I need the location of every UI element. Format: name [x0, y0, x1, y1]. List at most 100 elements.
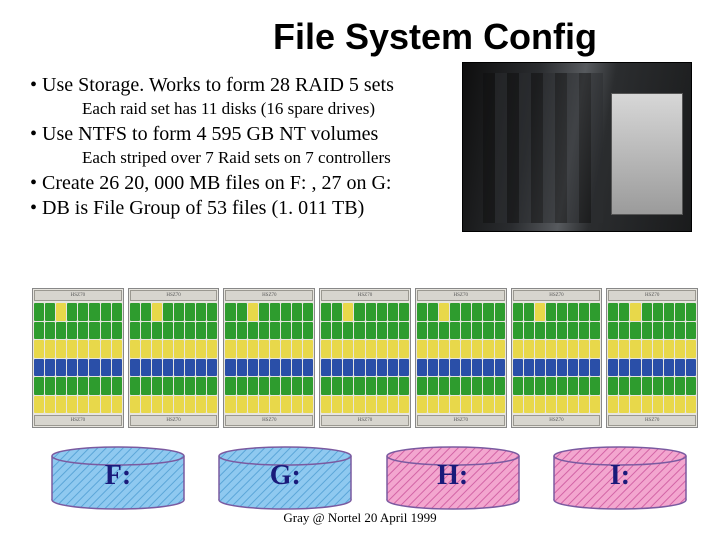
- drive-icon: [399, 303, 409, 321]
- drive-icon: [664, 322, 674, 340]
- storage-rack: HSZ70 HSZ70: [511, 288, 603, 428]
- drive-icon: [377, 303, 387, 321]
- drive-icon: [439, 303, 449, 321]
- drive-icon: [67, 359, 77, 377]
- drive-icon: [281, 359, 291, 377]
- drive-icon: [608, 322, 618, 340]
- drive-icon: [579, 377, 589, 395]
- drive-icon: [557, 303, 567, 321]
- drive-icon: [89, 396, 99, 414]
- drive-icon: [78, 340, 88, 358]
- drive-icon: [608, 303, 618, 321]
- drive-icon: [450, 396, 460, 414]
- drive-icon: [472, 303, 482, 321]
- drive-icon: [56, 340, 66, 358]
- drive-icon: [546, 377, 556, 395]
- rack-footer: HSZ70: [34, 415, 122, 426]
- drive-icon: [642, 377, 652, 395]
- drive-icon: [78, 359, 88, 377]
- drive-icon: [399, 322, 409, 340]
- drive-icon: [675, 359, 685, 377]
- drive-icon: [524, 359, 534, 377]
- drive-icon: [259, 396, 269, 414]
- drive-icon: [568, 396, 578, 414]
- drive-icon: [535, 396, 545, 414]
- drive-icon: [557, 396, 567, 414]
- drive-icon: [483, 359, 493, 377]
- drive-icon: [686, 377, 696, 395]
- drive-icon: [579, 322, 589, 340]
- drive-icon: [642, 322, 652, 340]
- drive-icon: [495, 359, 505, 377]
- drive-icon: [259, 322, 269, 340]
- drive-icon: [152, 396, 162, 414]
- drive-icon: [332, 303, 342, 321]
- rack-header: HSZ70: [513, 290, 601, 301]
- drive-icon: [354, 377, 364, 395]
- drive-icon: [568, 322, 578, 340]
- drive-icon: [112, 340, 122, 358]
- drive-icon: [675, 377, 685, 395]
- drive-icon: [439, 359, 449, 377]
- drive-icon: [428, 396, 438, 414]
- drive-icon: [579, 303, 589, 321]
- drive-icon: [196, 303, 206, 321]
- drive-icon: [483, 377, 493, 395]
- drive-icon: [686, 359, 696, 377]
- drive-icon: [366, 322, 376, 340]
- rack-footer: HSZ70: [513, 415, 601, 426]
- drive-icon: [450, 340, 460, 358]
- drive-icon: [524, 396, 534, 414]
- drive-icon: [332, 359, 342, 377]
- bullet-item: Create 26 20, 000 MB files on F: , 27 on…: [48, 172, 460, 195]
- rack-header: HSZ70: [417, 290, 505, 301]
- drive-icon: [664, 359, 674, 377]
- drive-icon: [45, 340, 55, 358]
- drive-icon: [630, 377, 640, 395]
- drive-icon: [112, 359, 122, 377]
- drive-icon: [303, 322, 313, 340]
- drive-icon: [130, 322, 140, 340]
- drive-icon: [270, 303, 280, 321]
- drive-icon: [141, 340, 151, 358]
- drive-icon: [653, 322, 663, 340]
- drive-icon: [45, 396, 55, 414]
- drive-icon: [292, 359, 302, 377]
- drive-icon: [428, 359, 438, 377]
- drive-icon: [174, 340, 184, 358]
- drive-icon: [163, 359, 173, 377]
- drive-icon: [495, 303, 505, 321]
- drive-icon: [513, 359, 523, 377]
- drive-icon: [248, 359, 258, 377]
- drive-icon: [207, 322, 217, 340]
- drive-icon: [388, 303, 398, 321]
- drive-icon: [112, 322, 122, 340]
- drive-icon: [590, 396, 600, 414]
- drive-icon: [354, 322, 364, 340]
- rack-footer: HSZ70: [417, 415, 505, 426]
- drive-icon: [248, 303, 258, 321]
- cylinder-label: G:: [215, 460, 355, 492]
- drive-icon: [579, 340, 589, 358]
- drive-icon: [196, 377, 206, 395]
- drive-icon: [89, 322, 99, 340]
- drive-icon: [343, 377, 353, 395]
- drive-icon: [388, 340, 398, 358]
- storage-rack: HSZ70HSZ70: [32, 288, 124, 428]
- drive-icon: [67, 322, 77, 340]
- drive-icon: [207, 340, 217, 358]
- drive-icon: [399, 359, 409, 377]
- drive-icon: [653, 377, 663, 395]
- rack-footer: HSZ70: [130, 415, 218, 426]
- drive-icon: [472, 322, 482, 340]
- drive-icon: [303, 303, 313, 321]
- drive-icon: [34, 303, 44, 321]
- drive-icon: [524, 303, 534, 321]
- drive-icon: [343, 359, 353, 377]
- drive-icon: [332, 396, 342, 414]
- drive-icon: [472, 377, 482, 395]
- drive-icon: [608, 377, 618, 395]
- drive-icon: [495, 322, 505, 340]
- drive-icon: [630, 359, 640, 377]
- cylinder-label: H:: [383, 460, 523, 492]
